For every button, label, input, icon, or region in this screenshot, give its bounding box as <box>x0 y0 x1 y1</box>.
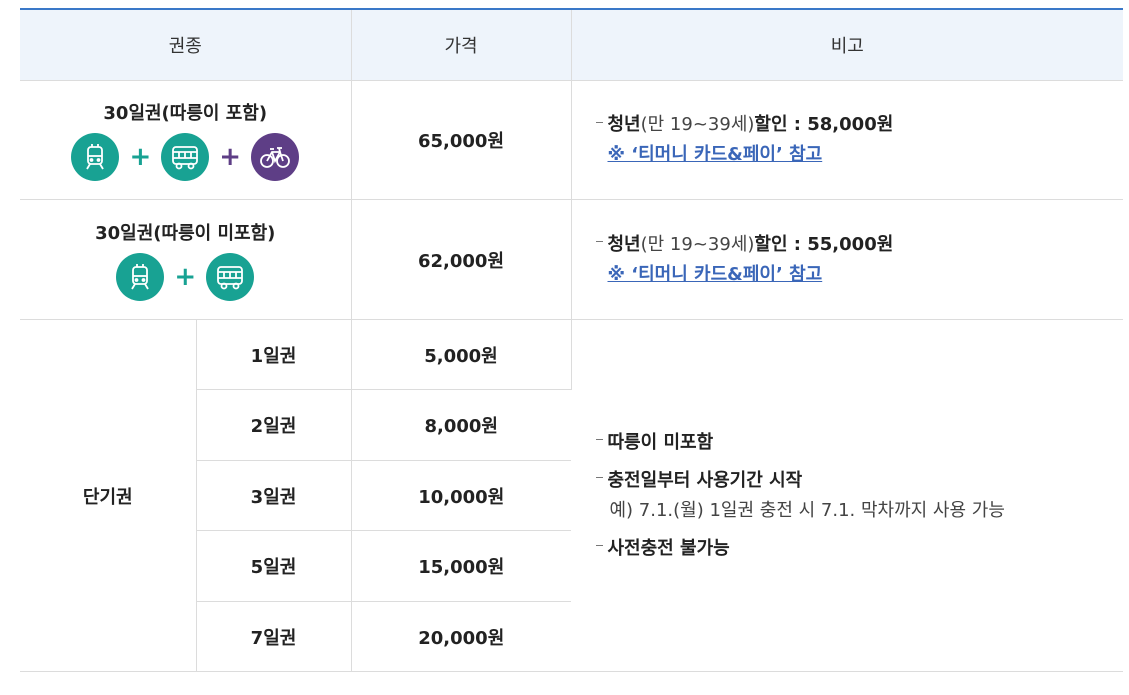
table-header-row: 권종 가격 비고 <box>20 10 1123 81</box>
price-cell: 10,000원 <box>351 460 571 531</box>
bullet-dash <box>595 439 603 440</box>
subway-icon <box>116 252 165 301</box>
youth-age-range: (만 19~39세) <box>640 233 755 255</box>
note-text: 따릉이 미포함 <box>607 431 714 453</box>
plus-icon: + <box>219 142 242 172</box>
price-cell: 5,000원 <box>351 319 572 390</box>
note-no-bike: 따릉이 미포함 <box>595 428 1124 458</box>
bicycle-icon <box>251 133 300 181</box>
tmoney-reference-link[interactable]: ※ ‘티머니 카드&페이’ 참고 <box>608 144 823 165</box>
youth-discount-note: 청년 (만 19~39세) 할인 : 55,000원 <box>595 230 1124 260</box>
youth-discount-note: 청년 (만 19~39세) 할인 : 58,000원 <box>595 110 1124 140</box>
plus-icon: + <box>174 261 197 292</box>
bullet-dash <box>595 545 603 546</box>
price-cell: 15,000원 <box>351 530 571 602</box>
note-text: 사전충전 불가능 <box>607 537 730 559</box>
youth-discount-price: 할인 : 55,000원 <box>754 233 894 255</box>
bus-icon <box>161 133 210 181</box>
note-text: 충전일부터 사용기간 시작 <box>607 469 803 491</box>
plus-icon: + <box>129 142 152 172</box>
short-term-pass-name: 3일권 <box>196 460 352 531</box>
transport-icons: + + <box>20 133 351 181</box>
bullet-dash <box>595 477 603 478</box>
short-term-remarks: 따릉이 미포함 충전일부터 사용기간 시작 예) 7.1.(월) 1일권 충전 … <box>571 319 1124 672</box>
youth-discount-price: 할인 : 58,000원 <box>754 114 894 135</box>
youth-label: 청년 <box>607 233 641 255</box>
header-pass-type: 권종 <box>20 10 352 81</box>
table-row: 단기권 1일권 5,000원 따릉이 미포함 충전일부터 사용기간 시작 예) … <box>20 319 1123 672</box>
price-cell: 62,000원 <box>351 199 572 320</box>
fare-table-wrapper: 권종 가격 비고 30일권(따릉이 포함) + + 65,000원 청년 (만 … <box>20 8 1123 672</box>
price-cell: 8,000원 <box>351 389 571 461</box>
subway-icon <box>71 133 120 181</box>
pass-name: 30일권(따릉이 포함) <box>103 103 268 124</box>
bus-icon <box>206 252 255 301</box>
price-cell: 20,000원 <box>351 601 571 672</box>
note-start-date: 충전일부터 사용기간 시작 <box>595 466 1124 496</box>
pass-cell: 30일권(따릉이 포함) + + <box>20 80 352 200</box>
short-term-pass-name: 5일권 <box>196 530 352 602</box>
short-term-pass-name: 7일권 <box>196 601 352 672</box>
youth-label: 청년 <box>607 114 641 135</box>
short-term-label: 단기권 <box>20 319 197 672</box>
pass-name: 30일권(따릉이 미포함) <box>95 222 276 244</box>
short-term-pass-name: 2일권 <box>196 389 352 461</box>
header-remarks: 비고 <box>571 10 1123 81</box>
pass-cell: 30일권(따릉이 미포함) + <box>20 199 352 320</box>
youth-age-range: (만 19~39세) <box>640 114 755 135</box>
note-no-precharge: 사전충전 불가능 <box>595 534 1124 564</box>
header-price: 가격 <box>351 10 572 81</box>
bullet-dash <box>595 121 603 123</box>
table-row: 30일권(따릉이 미포함) + 62,000원 청년 (만 19~39세) 할인… <box>20 199 1124 320</box>
price-cell: 65,000원 <box>351 80 572 200</box>
fare-table: 권종 가격 비고 30일권(따릉이 포함) + + 65,000원 청년 (만 … <box>20 10 1123 672</box>
remarks-cell: 청년 (만 19~39세) 할인 : 55,000원 ※ ‘티머니 카드&페이’… <box>571 199 1124 320</box>
note-example: 예) 7.1.(월) 1일권 충전 시 7.1. 막차까지 사용 가능 <box>609 499 1005 521</box>
table-row: 30일권(따릉이 포함) + + 65,000원 청년 (만 19~39세) 할… <box>20 80 1124 200</box>
remarks-cell: 청년 (만 19~39세) 할인 : 58,000원 ※ ‘티머니 카드&페이’… <box>571 80 1124 200</box>
transport-icons: + <box>20 252 351 301</box>
bullet-dash <box>595 241 603 242</box>
tmoney-reference-link[interactable]: ※ ‘티머니 카드&페이’ 참고 <box>608 264 823 285</box>
short-term-pass-name: 1일권 <box>196 319 352 390</box>
